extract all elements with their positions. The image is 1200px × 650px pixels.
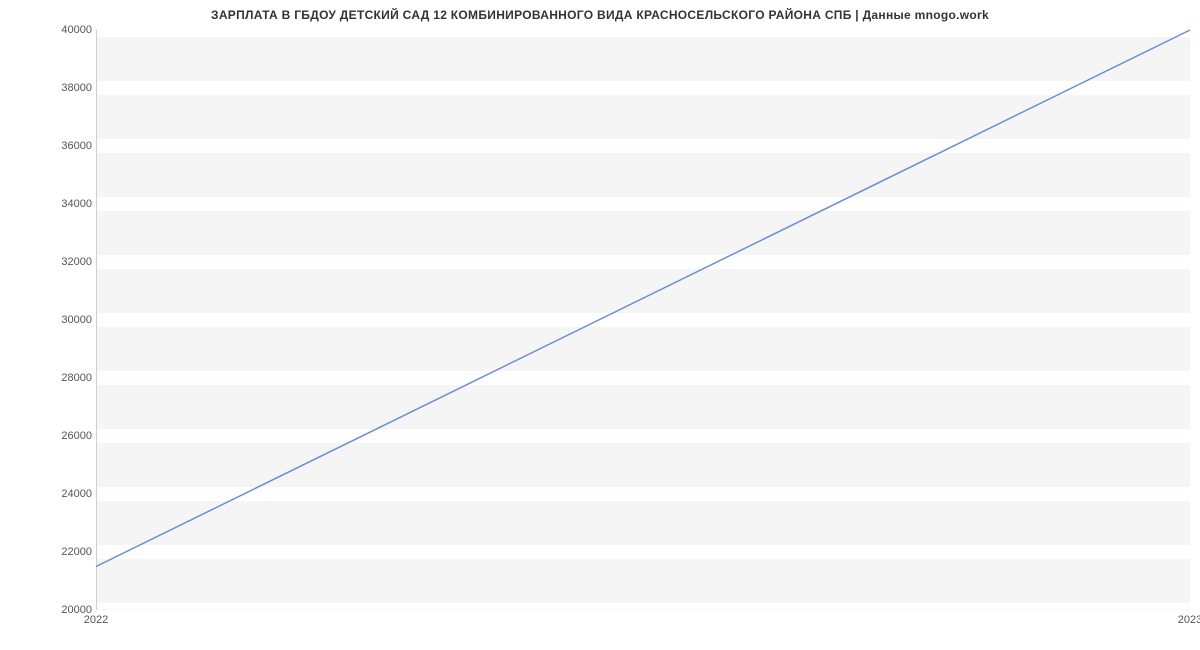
y-tick-label: 24000 <box>52 488 92 500</box>
x-tick-label: 2022 <box>71 614 121 626</box>
chart-title: ЗАРПЛАТА В ГБДОУ ДЕТСКИЙ САД 12 КОМБИНИР… <box>0 8 1200 22</box>
y-tick-label: 34000 <box>52 198 92 210</box>
x-tick-label: 2023 <box>1165 614 1200 626</box>
y-tick-label: 40000 <box>52 24 92 36</box>
y-tick-label: 36000 <box>52 140 92 152</box>
y-tick-label: 22000 <box>52 546 92 558</box>
y-tick-label: 38000 <box>52 82 92 94</box>
chart-line-svg <box>96 30 1190 610</box>
y-tick-label: 28000 <box>52 372 92 384</box>
y-tick-label: 30000 <box>52 314 92 326</box>
y-tick-label: 26000 <box>52 430 92 442</box>
data-line <box>96 30 1190 567</box>
y-tick-label: 32000 <box>52 256 92 268</box>
